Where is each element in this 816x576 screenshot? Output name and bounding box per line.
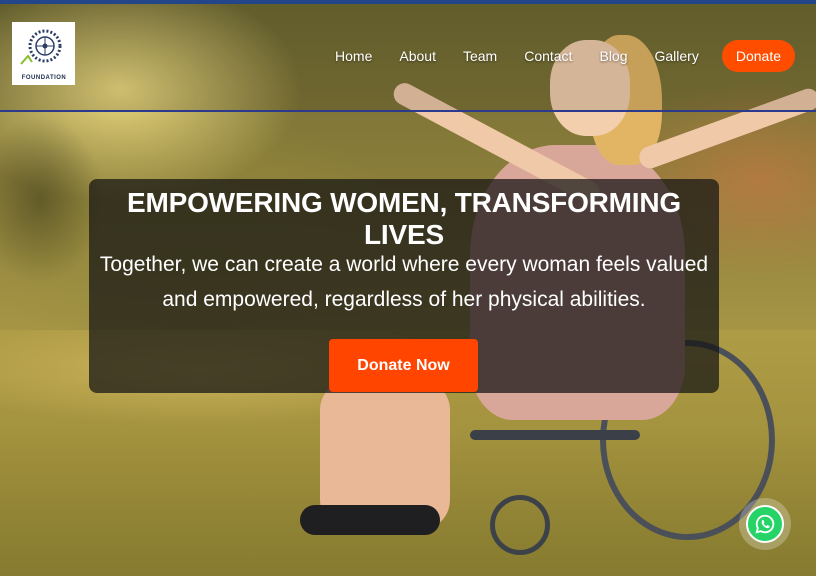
whatsapp-icon <box>755 514 775 534</box>
hero-subtitle-line-2: and empowered, regardless of her physica… <box>162 288 646 311</box>
nav-team[interactable]: Team <box>463 48 497 64</box>
logo-text: FOUNDATION <box>21 75 67 81</box>
hero-card: EMPOWERING WOMEN, TRANSFORMING LIVES Tog… <box>89 179 719 393</box>
nav-about[interactable]: About <box>399 48 436 64</box>
hero-subtitle-line-1: Together, we can create a world where ev… <box>99 253 709 276</box>
main-nav: Home About Team Contact Blog Gallery Don… <box>308 40 795 72</box>
site-logo[interactable]: FOUNDATION <box>12 22 75 85</box>
nav-contact[interactable]: Contact <box>524 48 572 64</box>
wheelchair-wheel-small <box>490 495 550 555</box>
woman-shoes <box>300 505 440 535</box>
hero-subtitle: Together, we can create a world where ev… <box>89 247 719 317</box>
donate-now-button[interactable]: Donate Now <box>329 339 478 392</box>
wheel-logo-icon <box>20 29 62 65</box>
nav-gallery[interactable]: Gallery <box>654 48 698 64</box>
hero-title: EMPOWERING WOMEN, TRANSFORMING LIVES <box>127 187 681 250</box>
nav-blog[interactable]: Blog <box>599 48 627 64</box>
wheelchair-frame <box>470 430 640 440</box>
nav-home[interactable]: Home <box>335 48 372 64</box>
whatsapp-button[interactable] <box>739 498 791 550</box>
nav-donate-button[interactable]: Donate <box>721 40 795 72</box>
whatsapp-badge <box>746 505 784 543</box>
